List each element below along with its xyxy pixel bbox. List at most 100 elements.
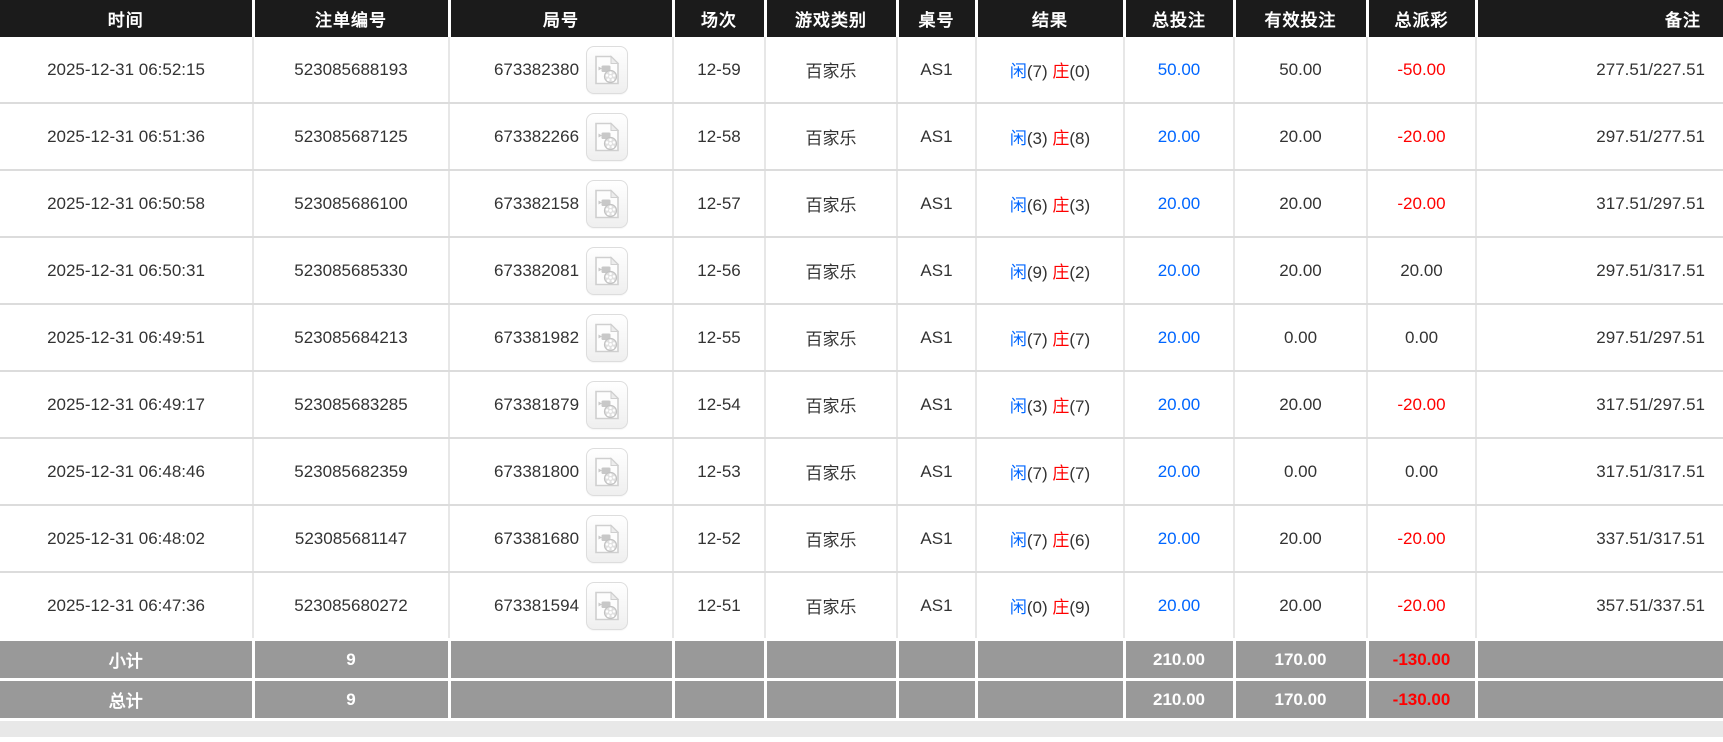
banker-result-score: (7): [1069, 330, 1090, 349]
time-cell: 2025-12-31 06:49:17: [0, 371, 253, 438]
player-result-label: 闲: [1010, 464, 1027, 483]
empty-cell: [897, 680, 976, 720]
bet-number-cell: 523085684213: [253, 304, 449, 371]
video-replay-button[interactable]: [586, 247, 628, 295]
round-number: 673382380: [494, 60, 579, 80]
col-header-round-number: 局号: [449, 0, 673, 37]
player-result-score: (7): [1027, 62, 1048, 81]
video-replay-icon: [594, 390, 620, 420]
game-type-cell: 百家乐: [765, 170, 897, 237]
grand-total-total-bet: 210.00: [1124, 680, 1234, 720]
video-replay-button[interactable]: [586, 381, 628, 429]
time-cell: 2025-12-31 06:52:15: [0, 37, 253, 103]
game-type-cell: 百家乐: [765, 37, 897, 103]
remark-cell: 297.51/297.51: [1476, 304, 1723, 371]
player-result-label: 闲: [1010, 598, 1027, 617]
table-row: 2025-12-31 06:49:17 523085683285 6733818…: [0, 371, 1723, 438]
col-header-time: 时间: [0, 0, 253, 37]
col-header-total-payout: 总派彩: [1367, 0, 1476, 37]
player-result-score: (0): [1027, 598, 1048, 617]
table-number-cell: AS1: [897, 304, 976, 371]
remark-cell: 317.51/297.51: [1476, 371, 1723, 438]
empty-cell: [1476, 680, 1723, 720]
empty-cell: [976, 680, 1124, 720]
video-replay-button[interactable]: [586, 180, 628, 228]
banker-result-score: (6): [1069, 531, 1090, 550]
table-row: 2025-12-31 06:48:46 523085682359 6733818…: [0, 438, 1723, 505]
total-bet-cell: 20.00: [1124, 103, 1234, 170]
subtotal-row: 小计 9 210.00 170.00 -130.00: [0, 640, 1723, 680]
video-replay-button[interactable]: [586, 46, 628, 94]
player-result-label: 闲: [1010, 196, 1027, 215]
bottom-strip: [0, 721, 1723, 737]
total-bet-cell: 20.00: [1124, 304, 1234, 371]
banker-result-label: 庄: [1052, 330, 1069, 349]
total-payout-cell: -50.00: [1367, 37, 1476, 103]
result-cell: 闲(0) 庄(9): [976, 572, 1124, 640]
session-cell: 12-51: [673, 572, 765, 640]
table-number-cell: AS1: [897, 237, 976, 304]
video-replay-button[interactable]: [586, 314, 628, 362]
video-replay-icon: [594, 591, 620, 621]
total-bet-cell: 20.00: [1124, 572, 1234, 640]
round-number: 673382081: [494, 261, 579, 281]
video-replay-icon: [594, 323, 620, 353]
video-replay-button[interactable]: [586, 448, 628, 496]
round-number-cell: 673382380: [449, 37, 673, 103]
session-cell: 12-56: [673, 237, 765, 304]
bet-number-cell: 523085681147: [253, 505, 449, 572]
empty-cell: [449, 680, 673, 720]
banker-result-label: 庄: [1052, 598, 1069, 617]
table-row: 2025-12-31 06:50:58 523085686100 6733821…: [0, 170, 1723, 237]
round-number: 673382158: [494, 194, 579, 214]
round-number: 673381680: [494, 529, 579, 549]
empty-cell: [673, 680, 765, 720]
subtotal-total-payout: -130.00: [1367, 640, 1476, 680]
remark-cell: 317.51/297.51: [1476, 170, 1723, 237]
session-cell: 12-52: [673, 505, 765, 572]
video-replay-button[interactable]: [586, 515, 628, 563]
result-cell: 闲(7) 庄(6): [976, 505, 1124, 572]
game-type-cell: 百家乐: [765, 371, 897, 438]
remark-cell: 337.51/317.51: [1476, 505, 1723, 572]
game-type-cell: 百家乐: [765, 304, 897, 371]
video-replay-button[interactable]: [586, 113, 628, 161]
player-result-score: (9): [1027, 263, 1048, 282]
game-type-cell: 百家乐: [765, 505, 897, 572]
empty-cell: [897, 640, 976, 680]
time-cell: 2025-12-31 06:47:36: [0, 572, 253, 640]
total-payout-cell: -20.00: [1367, 103, 1476, 170]
valid-bet-cell: 0.00: [1234, 304, 1367, 371]
player-result-score: (3): [1027, 129, 1048, 148]
player-result-label: 闲: [1010, 129, 1027, 148]
total-bet-cell: 20.00: [1124, 505, 1234, 572]
valid-bet-cell: 20.00: [1234, 103, 1367, 170]
round-number-cell: 673382158: [449, 170, 673, 237]
banker-result-score: (0): [1069, 62, 1090, 81]
bet-number-cell: 523085683285: [253, 371, 449, 438]
time-cell: 2025-12-31 06:48:46: [0, 438, 253, 505]
game-type-cell: 百家乐: [765, 438, 897, 505]
time-cell: 2025-12-31 06:49:51: [0, 304, 253, 371]
video-replay-button[interactable]: [586, 582, 628, 630]
round-number-cell: 673381800: [449, 438, 673, 505]
empty-cell: [1476, 640, 1723, 680]
col-header-game-type: 游戏类别: [765, 0, 897, 37]
player-result-label: 闲: [1010, 62, 1027, 81]
remark-cell: 357.51/337.51: [1476, 572, 1723, 640]
bet-number-cell: 523085680272: [253, 572, 449, 640]
total-payout-cell: -20.00: [1367, 170, 1476, 237]
video-replay-icon: [594, 457, 620, 487]
bet-number-cell: 523085686100: [253, 170, 449, 237]
banker-result-score: (7): [1069, 464, 1090, 483]
valid-bet-cell: 50.00: [1234, 37, 1367, 103]
session-cell: 12-55: [673, 304, 765, 371]
table-number-cell: AS1: [897, 572, 976, 640]
video-replay-icon: [594, 55, 620, 85]
result-cell: 闲(3) 庄(8): [976, 103, 1124, 170]
round-number: 673381982: [494, 328, 579, 348]
time-cell: 2025-12-31 06:48:02: [0, 505, 253, 572]
bet-number-cell: 523085687125: [253, 103, 449, 170]
game-type-cell: 百家乐: [765, 237, 897, 304]
grand-total-total-payout: -130.00: [1367, 680, 1476, 720]
